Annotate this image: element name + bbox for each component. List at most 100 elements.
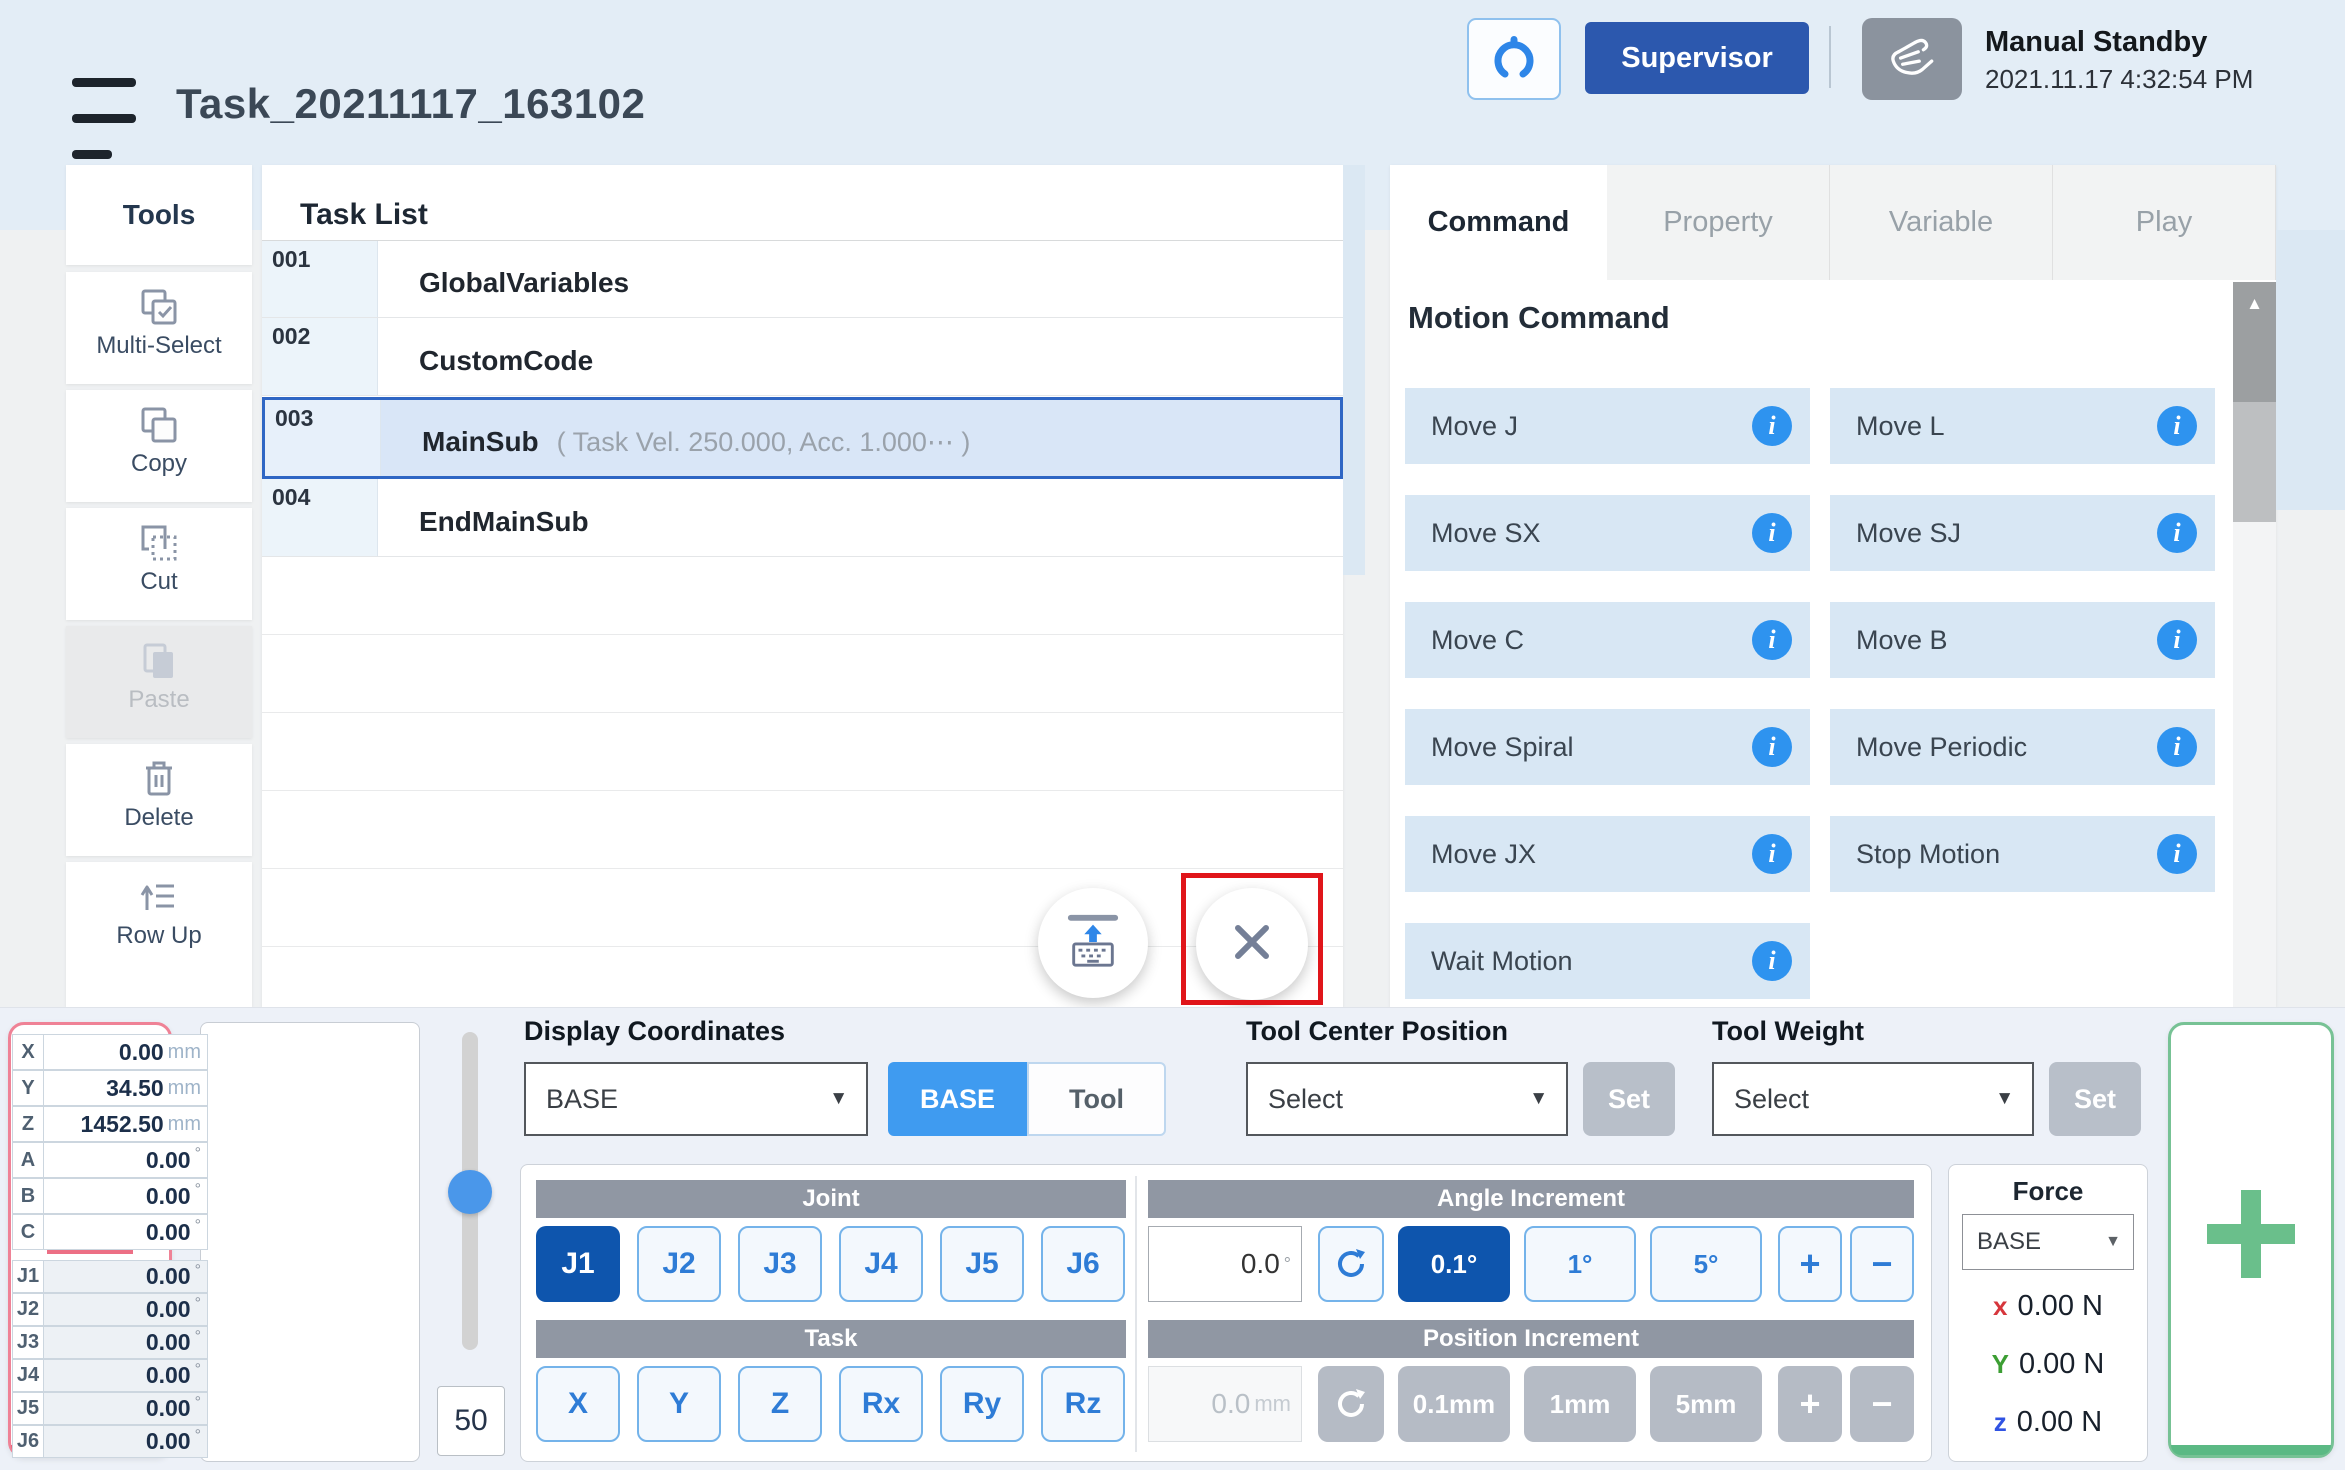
motion-button-move-sx[interactable]: Move SX i bbox=[1405, 495, 1810, 571]
angle-preset-1[interactable]: 1° bbox=[1524, 1226, 1636, 1302]
tab-play[interactable]: Play bbox=[2053, 165, 2276, 280]
motion-button-move-c[interactable]: Move C i bbox=[1405, 602, 1810, 678]
task-row-003-selected[interactable]: 003 MainSub( Task Vel. 250.000, Acc. 1.0… bbox=[262, 397, 1343, 479]
gripper-tool-button[interactable] bbox=[1467, 18, 1561, 100]
chevron-down-icon: ▼ bbox=[1529, 1088, 1548, 1110]
supervisor-button[interactable]: Supervisor bbox=[1585, 22, 1809, 94]
coord-row-j1: J10.00° bbox=[12, 1260, 208, 1293]
speed-slider-thumb[interactable] bbox=[448, 1170, 492, 1214]
info-icon[interactable]: i bbox=[2157, 620, 2197, 660]
task-row-name: CustomCode bbox=[419, 344, 593, 376]
tab-variable[interactable]: Variable bbox=[1830, 165, 2053, 280]
hamburger-menu-icon[interactable] bbox=[72, 78, 136, 162]
tool-weight-dropdown[interactable]: Select ▼ bbox=[1712, 1062, 2034, 1136]
toggle-tool[interactable]: Tool bbox=[1027, 1062, 1166, 1136]
task-row-name: MainSub( Task Vel. 250.000, Acc. 1.000⋯ … bbox=[422, 426, 970, 458]
angle-reset-button[interactable] bbox=[1318, 1226, 1384, 1302]
jog-button-j3[interactable]: J3 bbox=[738, 1226, 822, 1302]
jog-button-j2[interactable]: J2 bbox=[637, 1226, 721, 1302]
task-row-empty bbox=[262, 713, 1343, 791]
task-row-empty bbox=[262, 557, 1343, 635]
coord-row-y: Y34.50mm bbox=[12, 1070, 208, 1106]
chevron-down-icon: ▼ bbox=[2105, 1233, 2121, 1251]
position-increment-input: 0.0mm bbox=[1148, 1366, 1302, 1442]
tool-center-position-dropdown[interactable]: Select ▼ bbox=[1246, 1062, 1568, 1136]
tool-item-label: Cut bbox=[66, 568, 252, 596]
info-icon[interactable]: i bbox=[1752, 406, 1792, 446]
tool-item-label: Paste bbox=[66, 686, 252, 714]
motion-button-move-sj[interactable]: Move SJ i bbox=[1830, 495, 2215, 571]
position-reset-button bbox=[1318, 1366, 1384, 1442]
info-icon[interactable]: i bbox=[2157, 727, 2197, 767]
jog-button-ry[interactable]: Ry bbox=[940, 1366, 1024, 1442]
task-row-004[interactable]: 004 EndMainSub bbox=[262, 479, 1343, 557]
chevron-down-icon: ▼ bbox=[829, 1088, 848, 1110]
motion-button-move-b[interactable]: Move B i bbox=[1830, 602, 2215, 678]
jog-button-z[interactable]: Z bbox=[738, 1366, 822, 1442]
angle-plus-button[interactable]: + bbox=[1778, 1226, 1842, 1302]
jog-button-y[interactable]: Y bbox=[637, 1366, 721, 1442]
jog-button-rz[interactable]: Rz bbox=[1041, 1366, 1125, 1442]
jog-button-j6[interactable]: J6 bbox=[1041, 1226, 1125, 1302]
jog-button-rx[interactable]: Rx bbox=[839, 1366, 923, 1442]
task-row-001[interactable]: 001 GlobalVariables bbox=[262, 240, 1343, 318]
tools-item-row-up[interactable]: Row Up bbox=[66, 862, 252, 1007]
motion-button-move-l[interactable]: Move L i bbox=[1830, 388, 2215, 464]
tools-item-cut[interactable]: Cut bbox=[66, 508, 252, 620]
tools-item-multi-select[interactable]: Multi-Select bbox=[66, 272, 252, 384]
task-row-number-cell: 001 bbox=[262, 241, 378, 317]
highlight-annotation bbox=[1181, 873, 1323, 1005]
jog-button-x[interactable]: X bbox=[536, 1366, 620, 1442]
angle-preset-0-1[interactable]: 0.1° bbox=[1398, 1226, 1510, 1302]
motion-button-move-spiral[interactable]: Move Spiral i bbox=[1405, 709, 1810, 785]
jog-button-j4[interactable]: J4 bbox=[839, 1226, 923, 1302]
keyboard-popup-button[interactable] bbox=[1038, 888, 1148, 998]
motion-button-wait-motion[interactable]: Wait Motion i bbox=[1405, 923, 1810, 999]
command-scrollbar-thumb[interactable] bbox=[2233, 402, 2276, 522]
task-row-detail: ( Task Vel. 250.000, Acc. 1.000⋯ ) bbox=[557, 427, 971, 457]
info-icon[interactable]: i bbox=[1752, 513, 1792, 553]
position-preset-0-1mm: 0.1mm bbox=[1398, 1366, 1510, 1442]
manual-mode-button[interactable] bbox=[1862, 18, 1962, 100]
page-title: Task_20211117_163102 bbox=[176, 80, 645, 128]
tools-item-delete[interactable]: Delete bbox=[66, 744, 252, 856]
info-icon[interactable]: i bbox=[1752, 620, 1792, 660]
display-coordinates-dropdown[interactable]: BASE ▼ bbox=[524, 1062, 868, 1136]
angle-preset-5[interactable]: 5° bbox=[1650, 1226, 1762, 1302]
info-icon[interactable]: i bbox=[1752, 727, 1792, 767]
coord-row-j3: J30.00° bbox=[12, 1326, 208, 1359]
force-frame-dropdown[interactable]: BASE ▼ bbox=[1962, 1214, 2134, 1270]
info-icon[interactable]: i bbox=[2157, 406, 2197, 446]
task-row-002[interactable]: 002 CustomCode bbox=[262, 318, 1343, 396]
angle-minus-button[interactable]: − bbox=[1850, 1226, 1914, 1302]
tab-property[interactable]: Property bbox=[1607, 165, 1830, 280]
motion-button-move-jx[interactable]: Move JX i bbox=[1405, 816, 1810, 892]
coord-row-b: B0.00° bbox=[12, 1178, 208, 1214]
jog-button-j1[interactable]: J1 bbox=[536, 1226, 620, 1302]
scroll-up-button[interactable]: ▲ bbox=[2233, 282, 2276, 402]
angle-increment-input[interactable]: 0.0° bbox=[1148, 1226, 1302, 1302]
position-preset-1mm: 1mm bbox=[1524, 1366, 1636, 1442]
motion-button-move-j[interactable]: Move J i bbox=[1405, 388, 1810, 464]
info-icon[interactable]: i bbox=[2157, 834, 2197, 874]
force-z-readout: z0.00 N bbox=[1948, 1406, 2148, 1439]
tools-panel-title: Tools bbox=[66, 165, 252, 265]
force-x-readout: x0.00 N bbox=[1948, 1290, 2148, 1323]
tools-item-copy[interactable]: Copy bbox=[66, 390, 252, 502]
tool-weight-set-button[interactable]: Set bbox=[2049, 1062, 2141, 1136]
tool-item-label: Row Up bbox=[66, 922, 252, 950]
tab-command[interactable]: Command bbox=[1390, 165, 1607, 280]
motion-button-stop-motion[interactable]: Stop Motion i bbox=[1830, 816, 2215, 892]
coord-row-x: X0.00mm bbox=[12, 1034, 208, 1070]
motion-button-move-periodic[interactable]: Move Periodic i bbox=[1830, 709, 2215, 785]
info-icon[interactable]: i bbox=[1752, 941, 1792, 981]
tool-center-position-set-button[interactable]: Set bbox=[1583, 1062, 1675, 1136]
status-timestamp: 2021.11.17 4:32:54 PM bbox=[1985, 64, 2253, 95]
info-icon[interactable]: i bbox=[1752, 834, 1792, 874]
angle-increment-header: Angle Increment bbox=[1148, 1180, 1914, 1218]
info-icon[interactable]: i bbox=[2157, 513, 2197, 553]
speed-value-box[interactable]: 50 bbox=[437, 1386, 505, 1456]
toggle-base[interactable]: BASE bbox=[888, 1062, 1027, 1136]
jog-plus-button[interactable] bbox=[2168, 1022, 2334, 1458]
jog-button-j5[interactable]: J5 bbox=[940, 1226, 1024, 1302]
